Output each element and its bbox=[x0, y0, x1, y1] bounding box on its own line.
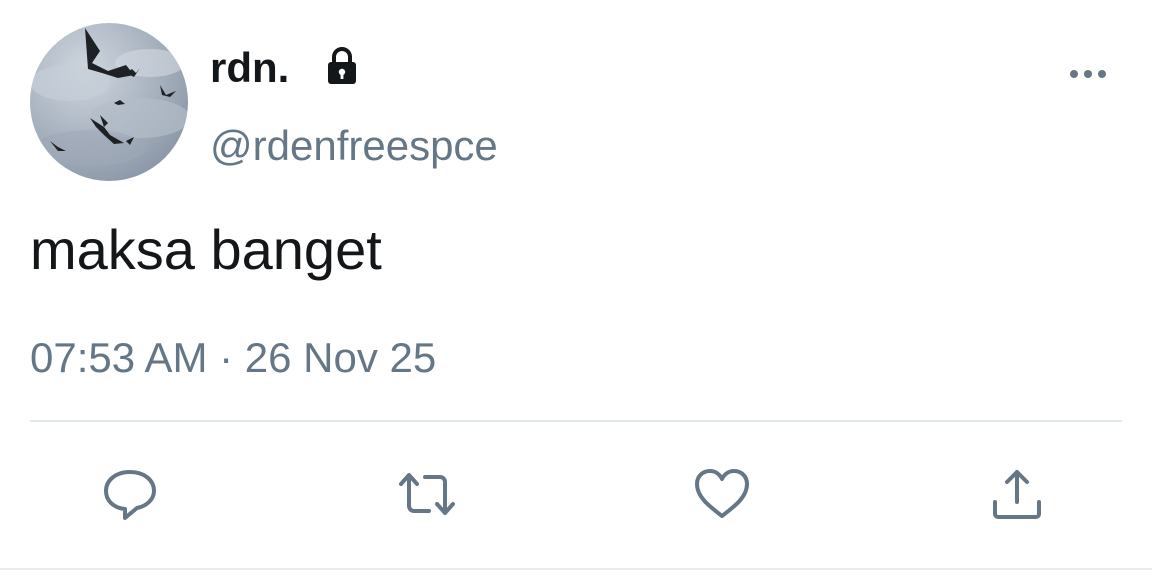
heart-icon bbox=[695, 469, 749, 518]
display-name[interactable]: rdn. bbox=[210, 40, 289, 96]
share-button[interactable] bbox=[985, 462, 1049, 526]
lock-icon bbox=[328, 47, 356, 84]
username-handle[interactable]: @rdenfreespce bbox=[210, 118, 498, 174]
avatar[interactable] bbox=[30, 23, 188, 181]
share-icon bbox=[993, 470, 1041, 519]
like-button[interactable] bbox=[690, 462, 754, 526]
divider bbox=[30, 420, 1122, 422]
timestamp[interactable]: 07:53 AM · 26 Nov 25 bbox=[30, 330, 436, 386]
tweet-text: maksa banget bbox=[30, 218, 382, 281]
reply-button[interactable] bbox=[98, 462, 162, 526]
bottom-divider bbox=[0, 568, 1152, 570]
tweet-card: rdn. @rdenfreespce maksa banget 07:53 AM… bbox=[0, 0, 1152, 585]
reply-icon bbox=[104, 470, 156, 520]
birds-image bbox=[30, 28, 188, 166]
retweet-button[interactable] bbox=[395, 462, 459, 526]
more-icon[interactable] bbox=[1066, 62, 1110, 86]
retweet-icon bbox=[399, 473, 455, 515]
